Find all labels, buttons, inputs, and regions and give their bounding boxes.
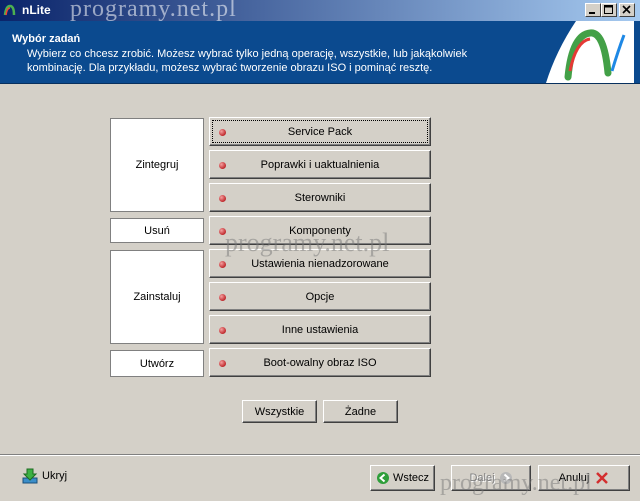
footer-divider bbox=[0, 454, 640, 456]
window-title: nLite bbox=[22, 3, 51, 17]
page-title: Wybór zadań bbox=[12, 33, 81, 45]
task-label: Boot-owalny obraz ISO bbox=[263, 356, 377, 369]
status-dot-icon bbox=[219, 228, 226, 235]
category-remove-label: Usuń bbox=[144, 224, 170, 237]
maximize-button[interactable] bbox=[601, 3, 617, 17]
hide-link[interactable]: Ukryj bbox=[22, 468, 67, 484]
next-button[interactable]: Dalej bbox=[451, 465, 531, 491]
task-label: Sterowniki bbox=[294, 191, 346, 204]
download-arrow-icon bbox=[22, 468, 38, 484]
status-dot-icon bbox=[219, 195, 226, 202]
status-dot-icon bbox=[219, 327, 226, 334]
task-label: Service Pack bbox=[287, 125, 353, 138]
close-button[interactable] bbox=[619, 3, 635, 17]
category-create: Utwórz bbox=[110, 350, 204, 377]
task-label: Opcje bbox=[305, 290, 335, 303]
cancel-label: Anuluj bbox=[558, 472, 590, 484]
back-arrow-icon bbox=[376, 472, 389, 484]
status-dot-icon bbox=[219, 261, 226, 268]
status-dot-icon bbox=[219, 129, 226, 136]
task-bootable-iso-button[interactable]: Boot-owalny obraz ISO bbox=[209, 348, 431, 377]
wizard-header: Wybór zadań Wybierz co chcesz zrobić. Mo… bbox=[0, 21, 640, 84]
hide-label: Ukryj bbox=[42, 470, 68, 482]
task-label: Komponenty bbox=[289, 224, 351, 237]
nlite-logo bbox=[546, 21, 634, 83]
title-bar[interactable]: nLite programy.net.pl bbox=[0, 0, 640, 22]
select-none-label: Żadne bbox=[344, 405, 377, 418]
task-service-pack-button[interactable]: Service Pack bbox=[209, 117, 431, 146]
category-install: Zainstaluj bbox=[110, 250, 204, 344]
close-icon bbox=[622, 5, 631, 14]
task-components-button[interactable]: Komponenty bbox=[209, 216, 431, 245]
task-unattended-button[interactable]: Ustawienia nienadzorowane bbox=[209, 249, 431, 278]
task-label: Poprawki i uaktualnienia bbox=[260, 158, 380, 171]
category-install-label: Zainstaluj bbox=[133, 291, 181, 303]
select-none-button[interactable]: Żadne bbox=[323, 400, 398, 423]
task-label: Ustawienia nienadzorowane bbox=[251, 257, 389, 270]
select-all-button[interactable]: Wszystkie bbox=[242, 400, 317, 423]
minimize-button[interactable] bbox=[585, 3, 601, 17]
cancel-x-icon bbox=[596, 472, 609, 484]
status-dot-icon bbox=[219, 360, 226, 367]
task-tweaks-button[interactable]: Inne ustawienia bbox=[209, 315, 431, 344]
maximize-icon bbox=[604, 5, 613, 14]
task-label: Inne ustawienia bbox=[281, 323, 359, 336]
category-remove: Usuń bbox=[110, 218, 204, 243]
back-label: Wstecz bbox=[392, 472, 430, 484]
category-integrate: Zintegruj bbox=[110, 118, 204, 212]
task-drivers-button[interactable]: Sterowniki bbox=[209, 183, 431, 212]
page-description: Wybierz co chcesz zrobić. Możesz wybrać … bbox=[27, 48, 468, 74]
watermark-top: programy.net.pl bbox=[70, 0, 237, 22]
nlite-app-icon bbox=[3, 3, 17, 17]
category-create-label: Utwórz bbox=[139, 357, 175, 370]
back-button[interactable]: Wstecz bbox=[370, 465, 435, 491]
status-dot-icon bbox=[219, 162, 226, 169]
status-dot-icon bbox=[219, 294, 226, 301]
next-label: Dalej bbox=[469, 472, 495, 484]
select-all-label: Wszystkie bbox=[254, 405, 305, 418]
task-hotfixes-button[interactable]: Poprawki i uaktualnienia bbox=[209, 150, 431, 179]
category-integrate-label: Zintegruj bbox=[135, 159, 179, 171]
next-arrow-icon bbox=[499, 472, 512, 484]
cancel-button[interactable]: Anuluj bbox=[538, 465, 630, 491]
task-options-button[interactable]: Opcje bbox=[209, 282, 431, 311]
minimize-icon bbox=[589, 12, 595, 14]
